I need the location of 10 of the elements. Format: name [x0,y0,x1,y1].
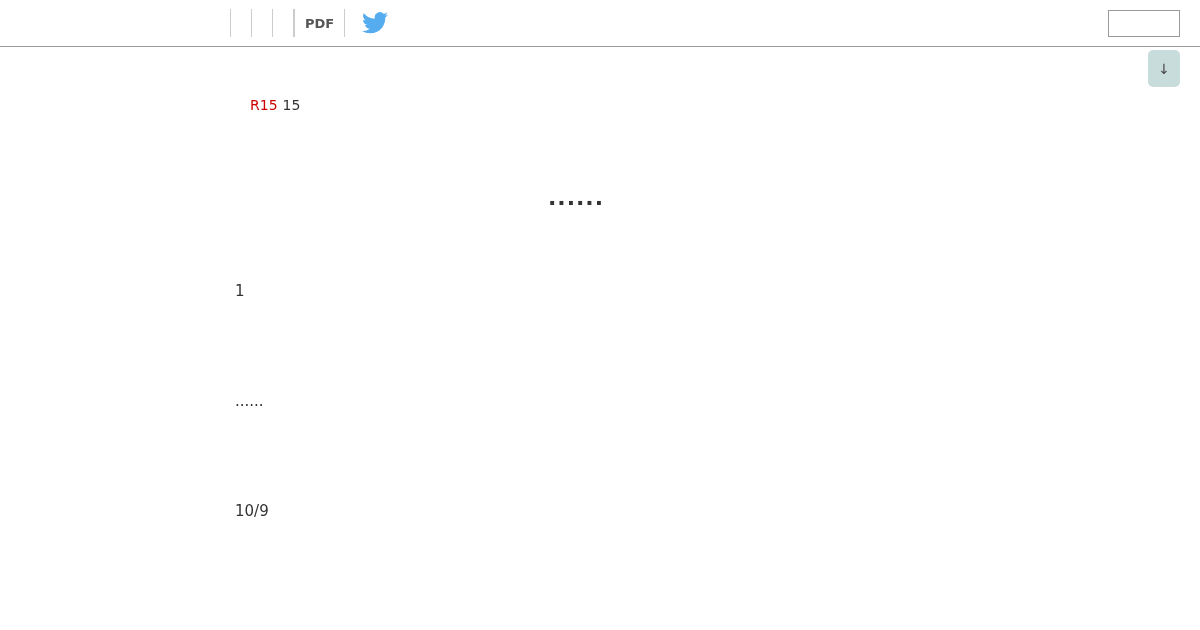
scroll-down-button[interactable]: ↓ [1148,50,1180,87]
paragraph: 10/9 [235,502,270,520]
paragraph: ...... [235,392,265,410]
rating-code: R15 [250,97,278,113]
bird-icon[interactable] [362,12,389,34]
paragraph: 1 [235,282,246,300]
pdf-link[interactable]: PDF [294,9,346,37]
search-field[interactable] [1108,9,1180,37]
page-title: ...... [546,185,606,210]
rating-value: 15 [282,97,301,113]
